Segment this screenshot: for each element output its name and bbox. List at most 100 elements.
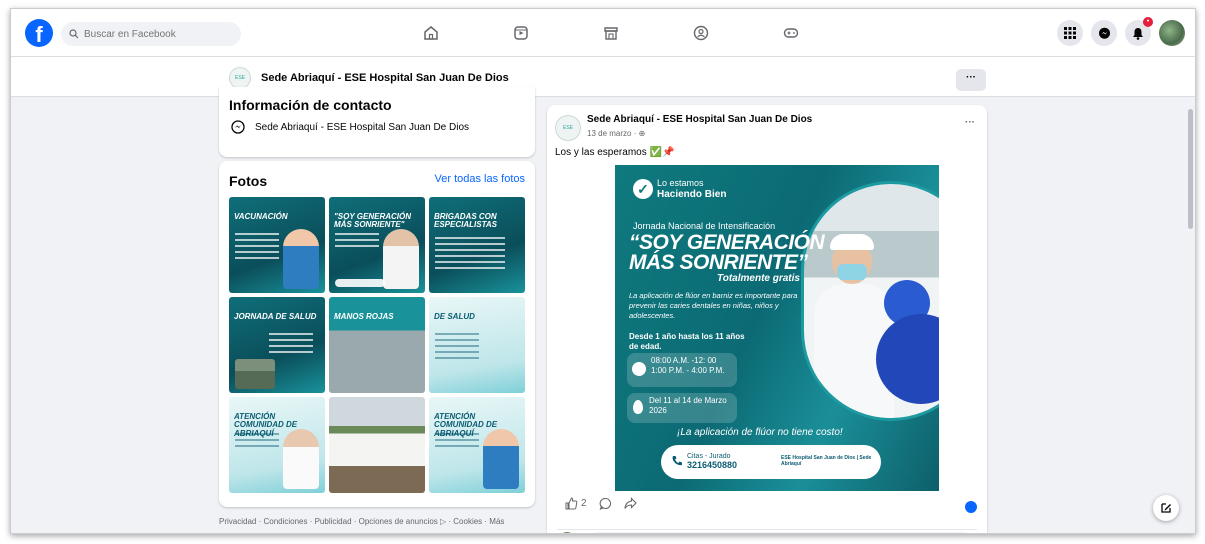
location-pin-icon <box>633 400 643 414</box>
page-logo[interactable]: ESE <box>229 67 251 89</box>
flyer-dates: Del 11 al 14 de Marzo 2026 <box>627 393 737 423</box>
post-author-avatar[interactable]: ESE <box>555 115 581 141</box>
post-date-text: 13 de marzo · <box>587 129 639 138</box>
post-date[interactable]: 13 de marzo · ⊕ <box>587 129 645 138</box>
main-tabs <box>386 19 836 47</box>
photo-thumbnail-text <box>435 433 479 451</box>
photo-thumbnail-text <box>235 233 279 263</box>
post-author[interactable]: Sede Abriaquí - ESE Hospital San Juan De… <box>587 114 812 125</box>
photo-thumbnail-text <box>435 333 479 363</box>
photos-card: Fotos Ver todas las fotos Vacunación "So… <box>219 161 535 507</box>
post-image-flyer[interactable]: ✓ Lo estamos Haciendo Bien Jornada Nacio… <box>615 165 939 491</box>
search-icon <box>69 29 79 39</box>
photos-heading: Fotos <box>229 173 268 189</box>
flyer-title: “SOY GENERACIÓN MÁS SONRIENTE” <box>629 232 825 274</box>
phone-icon <box>672 456 682 466</box>
photo-thumbnail-title: Brigadas con especialistas <box>434 212 497 230</box>
compose-icon <box>1161 503 1171 513</box>
footer-links[interactable]: Privacidad · Condiciones · Publicidad · … <box>219 517 504 526</box>
flyer-age: Desde 1 año hasta los 11 años de edad. <box>629 332 745 352</box>
flyer-hours: 08:00 A.M. -12: 00 1:00 P.M. - 4:00 P.M. <box>627 353 737 387</box>
scrollbar-thumb[interactable] <box>1188 109 1193 229</box>
new-message-button[interactable] <box>1153 495 1179 521</box>
flyer-dates-line1: Del 11 al 14 de Marzo <box>649 396 727 405</box>
flyer-title-line2: MÁS SONRIENTE” <box>629 250 808 274</box>
facebook-logo-icon[interactable]: f <box>25 19 53 47</box>
comment-button[interactable] <box>599 497 612 510</box>
flyer-cost-note: ¡La aplicación de flúor no tiene costo! <box>677 427 843 438</box>
photo-thumbnail-title: Manos rojas <box>334 312 394 321</box>
photo-grid: Vacunación "Soy generación más sonriente… <box>229 197 525 493</box>
check-icon: ✓ <box>633 179 653 199</box>
photo-thumbnail[interactable]: "Soy generación más sonriente" <box>329 197 425 293</box>
groups-icon <box>693 25 709 41</box>
tab-groups[interactable] <box>656 19 746 47</box>
comment-input[interactable] <box>591 532 971 533</box>
notification-badge: • <box>1143 17 1153 27</box>
notifications-button[interactable]: • <box>1125 17 1153 46</box>
commenter-avatar <box>559 532 575 533</box>
profile-avatar[interactable] <box>1159 20 1185 46</box>
share-icon <box>624 497 637 509</box>
page-name[interactable]: Sede Abriaquí - ESE Hospital San Juan De… <box>261 72 509 84</box>
comment-icon <box>599 497 611 510</box>
nurse-mask <box>837 264 867 280</box>
photo-thumbnail[interactable]: Atención comunidad de Abriaquí <box>229 397 325 493</box>
search-input[interactable] <box>84 28 224 40</box>
reaction-like-icon[interactable] <box>965 501 977 513</box>
like-button[interactable]: 2 <box>565 497 587 510</box>
browser-frame: f Buscar en Facebook • ESE Sede Abriaquí… <box>10 8 1196 534</box>
messenger-outline-icon <box>231 120 245 134</box>
photo-thumbnail-text <box>435 237 505 273</box>
marketplace-icon <box>604 27 618 40</box>
flyer-slogan: Lo estamos Haciendo Bien <box>657 178 727 200</box>
more-options-button[interactable]: ··· <box>956 69 986 91</box>
globe-icon: ⊕ <box>638 129 646 138</box>
video-icon <box>514 26 528 40</box>
tab-home[interactable] <box>386 19 476 47</box>
like-count: 2 <box>581 498 587 509</box>
photo-thumbnail-person <box>283 229 319 289</box>
flyer-phone-number: 3216450880 <box>687 459 738 470</box>
post-actions: 2 <box>565 497 637 510</box>
photo-thumbnail[interactable]: de salud <box>429 297 525 393</box>
home-icon <box>424 26 438 40</box>
post-card: ESE Sede Abriaquí - ESE Hospital San Jua… <box>547 105 987 533</box>
flyer-lo-estamos: Lo estamos <box>657 178 704 188</box>
flyer-haciendo-bien: Haciendo Bien <box>657 188 727 200</box>
flyer-dates-line2: 2026 <box>649 406 667 416</box>
messenger-button[interactable] <box>1091 20 1117 46</box>
flyer-description: La aplicación de flúor en barniz es impo… <box>629 291 798 320</box>
flyer-photo <box>801 181 939 421</box>
photo-thumbnail[interactable]: Jornada de salud <box>229 297 325 393</box>
comment-composer <box>557 529 977 533</box>
contact-info-card: Información de contacto Sede Abriaquí - … <box>219 87 535 157</box>
photo-thumbnail-person <box>283 429 319 489</box>
grid-menu-icon <box>1064 27 1076 39</box>
photo-thumbnail-person <box>483 429 519 489</box>
see-all-photos-link[interactable]: Ver todas las fotos <box>435 173 526 185</box>
photo-thumbnail[interactable]: Vacunación <box>229 197 325 293</box>
flyer-phone-block: Citas - Jurado 3216450880 <box>687 453 737 471</box>
photo-thumbnail-title: Jornada de salud <box>234 312 317 321</box>
bell-icon <box>1133 27 1143 40</box>
photo-thumbnail[interactable] <box>329 397 425 493</box>
search-box[interactable] <box>61 22 241 46</box>
tab-video[interactable] <box>476 19 566 47</box>
photo-thumbnail[interactable]: Atención comunidad de Abriaquí <box>429 397 525 493</box>
post-more-button[interactable]: ··· <box>965 117 975 128</box>
nurse-cap <box>830 234 874 250</box>
flyer-jornada: Jornada Nacional de Intensificación <box>633 221 776 231</box>
tab-gaming[interactable] <box>746 19 836 47</box>
flyer-hospital-label: ESE Hospital San Juan de Dios | Sede Abr… <box>781 455 872 467</box>
photo-thumbnail[interactable]: Manos rojas <box>329 297 425 393</box>
account-controls: • <box>1057 17 1185 46</box>
photo-thumbnail-person <box>383 229 419 289</box>
messenger-contact-row[interactable]: Sede Abriaquí - ESE Hospital San Juan De… <box>231 120 469 134</box>
photo-thumbnail[interactable]: Brigadas con especialistas <box>429 197 525 293</box>
share-button[interactable] <box>624 497 637 510</box>
flyer-contact-strip: Citas - Jurado 3216450880 ESE Hospital S… <box>661 445 881 479</box>
menu-button[interactable] <box>1057 20 1083 46</box>
photo-thumbnail-bar <box>335 279 385 287</box>
tab-marketplace[interactable] <box>566 19 656 47</box>
